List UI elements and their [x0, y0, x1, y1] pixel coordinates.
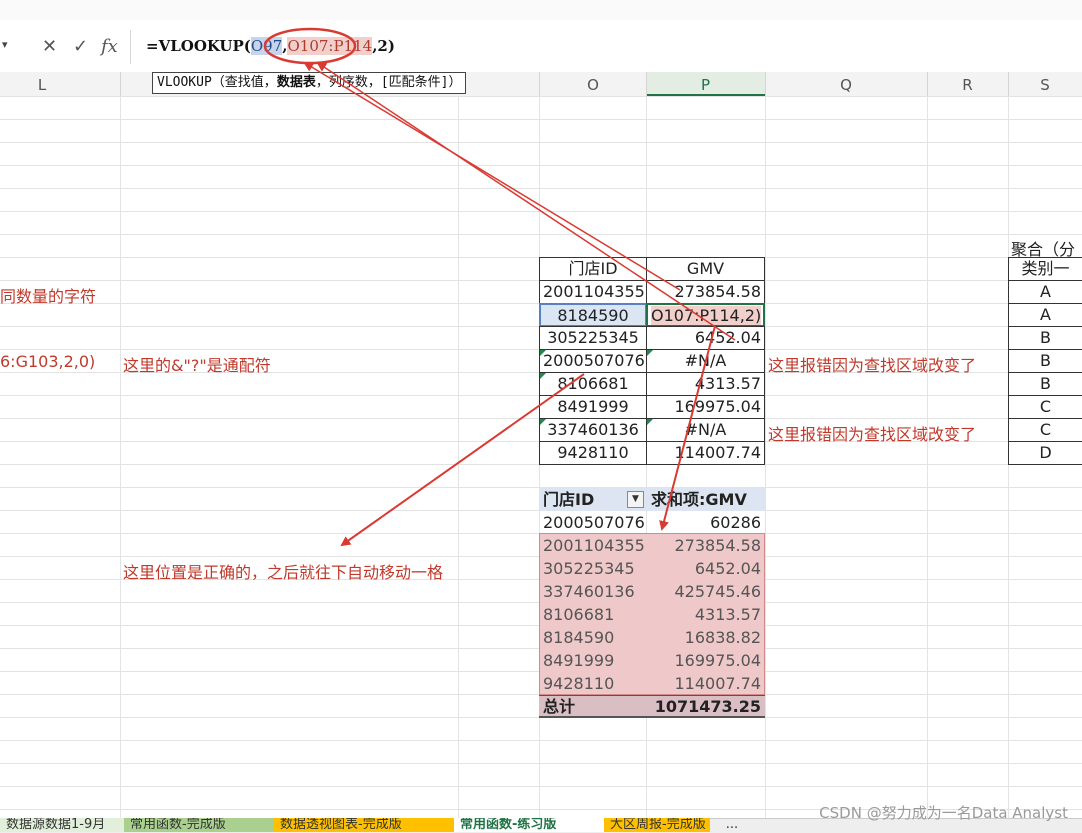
sheet-tab-active[interactable]: 常用函数-练习版	[454, 818, 604, 832]
table1-row-3-id[interactable]: 305225345	[539, 326, 647, 350]
note-error-2: 这里报错因为查找区域改变了	[768, 425, 977, 444]
sheet-tab-5[interactable]: 大区周报-完成版	[604, 818, 710, 832]
right-table-header[interactable]: 类别一	[1008, 257, 1082, 281]
pivot-row-8-sum[interactable]: 114007.74	[674, 672, 761, 695]
table1-active-cell[interactable]: O107:P114,2)	[646, 303, 765, 327]
note-error-1: 这里报错因为查找区域改变了	[768, 356, 977, 375]
sheet-tab-2[interactable]: 常用函数-完成版	[124, 818, 274, 832]
pivot-row-1-id[interactable]: 2000507076	[543, 511, 645, 534]
insert-function-icon[interactable]: fx	[101, 36, 118, 57]
note-position: 这里位置是正确的，之后就往下自动移动一格	[123, 563, 444, 582]
tooltip-active-arg: 数据表	[276, 75, 316, 90]
column-header-l[interactable]: L	[0, 76, 84, 94]
table1-row-2-id[interactable]: 8184590	[539, 303, 647, 327]
name-box-dropdown-icon[interactable]: ▾	[2, 38, 8, 51]
right-table-cell[interactable]: B	[1008, 326, 1082, 350]
note-formula-fragment: 6:G103,2,0)	[0, 352, 96, 371]
table1-header-id[interactable]: 门店ID	[539, 257, 647, 281]
tooltip-open: （查找值，	[211, 75, 277, 90]
confirm-check-icon[interactable]: ✓	[73, 36, 88, 57]
sheet-tab-1[interactable]: 数据源数据1-9月	[0, 818, 124, 832]
pivot-row-5-id[interactable]: 8106681	[543, 603, 614, 626]
formula-prefix: =VLOOKUP(	[146, 37, 251, 55]
table1-row-3-gmv[interactable]: 6452.04	[646, 326, 765, 350]
right-table-cell[interactable]: C	[1008, 418, 1082, 442]
right-table-cell[interactable]: B	[1008, 372, 1082, 396]
pivot-row-8-id[interactable]: 9428110	[543, 672, 614, 695]
column-header-r[interactable]: R	[927, 76, 1008, 94]
pivot-row-4-id[interactable]: 337460136	[543, 580, 635, 603]
table1-row-6-gmv[interactable]: 169975.04	[646, 395, 765, 419]
pivot-header-sum[interactable]: 求和项:GMV	[651, 488, 747, 511]
table1-row-1-id[interactable]: 2001104355	[539, 280, 647, 304]
col-sep	[120, 72, 121, 96]
table1-row-7-id[interactable]: 337460136	[539, 418, 647, 442]
grid-vline	[458, 96, 459, 818]
formula-ref-lookup: O97	[250, 37, 283, 55]
function-tooltip: VLOOKUP（查找值，数据表，列序数，[匹配条件]）	[152, 72, 467, 94]
table1-row-6-id[interactable]: 8491999	[539, 395, 647, 419]
table1-row-4-id[interactable]: 2000507076	[539, 349, 647, 373]
tooltip-func[interactable]: VLOOKUP	[157, 75, 212, 90]
pivot-row-2-id[interactable]: 2001104355	[543, 534, 645, 557]
pivot-row-7-id[interactable]: 8491999	[543, 649, 614, 672]
right-table-cell[interactable]: B	[1008, 349, 1082, 373]
watermark: CSDN @努力成为一名Data Analyst	[819, 804, 1068, 822]
table1-row-5-gmv[interactable]: 4313.57	[646, 372, 765, 396]
pivot-row-5-sum[interactable]: 4313.57	[695, 603, 761, 626]
pivot-total-value[interactable]: 1071473.25	[655, 695, 761, 718]
more-sheets-button[interactable]: ...	[712, 818, 752, 832]
right-table-cell[interactable]: A	[1008, 280, 1082, 304]
formula-ref-table: O107:P114	[287, 37, 373, 55]
table1-row-8-id[interactable]: 9428110	[539, 441, 647, 465]
table1-row-5-id[interactable]: 8106681	[539, 372, 647, 396]
pivot-row-6-id[interactable]: 8184590	[543, 626, 614, 649]
active-cell-ref: O107:P114,2)	[651, 306, 762, 325]
right-table-cell[interactable]: C	[1008, 395, 1082, 419]
table1-header-gmv[interactable]: GMV	[646, 257, 765, 281]
ribbon-strip	[0, 0, 1082, 21]
pivot-row-3-id[interactable]: 305225345	[543, 557, 635, 580]
pivot-row-2-sum[interactable]: 273854.58	[674, 534, 761, 557]
formula-text[interactable]: =VLOOKUP(O97,O107:P114,2)	[146, 37, 395, 55]
pivot-header-id[interactable]: 门店ID	[543, 488, 594, 511]
formula-suffix: ,2)	[372, 37, 395, 55]
sheet-tab-3[interactable]: 数据透视图表-完成版	[274, 818, 454, 832]
table1-row-7-gmv[interactable]: #N/A	[646, 418, 765, 442]
column-header-s[interactable]: S	[1008, 76, 1082, 94]
table1-row-1-gmv[interactable]: 273854.58	[646, 280, 765, 304]
tooltip-rest: ，列序数，[匹配条件]）	[315, 75, 462, 90]
column-header-q[interactable]: Q	[765, 76, 927, 94]
right-table-cell[interactable]: A	[1008, 303, 1082, 327]
pivot-row-6-sum[interactable]: 16838.82	[685, 626, 761, 649]
note-wildcard: 这里的&"?"是通配符	[123, 356, 271, 375]
dropdown-filter-icon[interactable]: ▼	[627, 491, 644, 508]
cancel-x-icon[interactable]: ✕	[42, 36, 57, 57]
pivot-row-1-sum[interactable]: 60286	[710, 511, 761, 534]
column-header-p[interactable]: P	[646, 76, 765, 94]
note-same-count: 同数量的字符	[0, 287, 97, 306]
pivot-row-7-sum[interactable]: 169975.04	[674, 649, 761, 672]
pivot-row-3-sum[interactable]: 6452.04	[695, 557, 761, 580]
pivot-total-label[interactable]: 总计	[543, 695, 575, 718]
right-table-cell[interactable]: D	[1008, 441, 1082, 465]
pivot-row-4-sum[interactable]: 425745.46	[674, 580, 761, 603]
grid-vline	[120, 96, 121, 818]
grid-vline	[927, 96, 928, 818]
table1-row-4-gmv[interactable]: #N/A	[646, 349, 765, 373]
column-header-o[interactable]: O	[539, 76, 647, 94]
grid-vline	[765, 96, 766, 818]
table1-row-8-gmv[interactable]: 114007.74	[646, 441, 765, 465]
